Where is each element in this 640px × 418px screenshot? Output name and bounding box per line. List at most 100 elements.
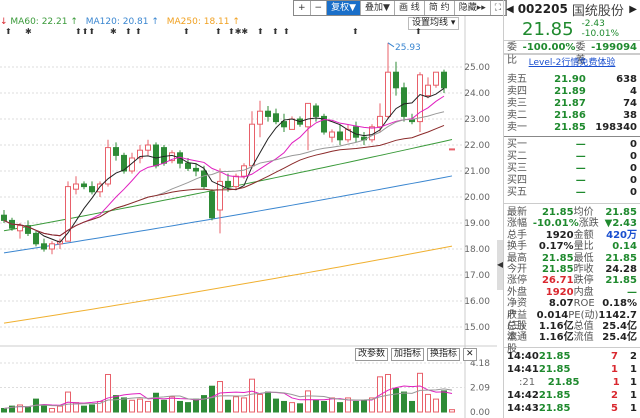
stat-row: 总股本 1.16亿 总值 25.4亿 (507, 320, 637, 344)
candle-body (145, 144, 151, 151)
candle-body (17, 225, 23, 232)
stat-row: 今开 21.85 昨收 24.28 (507, 263, 637, 275)
candle-body (289, 118, 295, 130)
indicator-button[interactable]: 换指标 (427, 348, 461, 361)
high-annotation: 25.93 (395, 43, 421, 53)
candle-body (257, 110, 263, 125)
volume-bar (17, 404, 23, 413)
volume-bar (353, 400, 359, 413)
tick-row: 14:42 21.85 2 1 (507, 389, 637, 401)
volume-bar (409, 400, 415, 413)
price-tick-label: 16.00 (464, 297, 490, 307)
last-price: 21.85 (522, 18, 574, 40)
volume-bar (297, 403, 303, 413)
asks-row: 卖四 21.89 4 (507, 86, 637, 97)
candle-body (449, 148, 455, 151)
candle-body (329, 131, 335, 138)
candle-body (209, 191, 215, 219)
order-ratio-row: 委比 -100.00% 委差 -199094 (504, 40, 640, 66)
volume-bar (385, 373, 391, 413)
candle-body (273, 113, 279, 123)
event-marker-icon[interactable]: ⬆ (135, 27, 142, 36)
volume-bar (273, 398, 279, 413)
bids-row: 买三 —0 (507, 163, 637, 174)
volume-bar (25, 406, 31, 413)
ma-legend-item: MA120: 20.81 ↑ (85, 17, 162, 27)
event-marker-icon[interactable]: ⬆ (352, 27, 359, 36)
volume-bar (137, 398, 143, 413)
volume-bar (105, 373, 111, 413)
event-marker-icon[interactable]: ✱ (25, 27, 32, 36)
volume-bar (289, 402, 295, 413)
event-marker-icon[interactable]: ⬆ (5, 27, 12, 36)
volume-bar (225, 399, 231, 413)
candle-body (113, 147, 119, 156)
event-marker-icon[interactable]: ⬆⬆⬆ (75, 27, 95, 36)
stock-code: 002205 (517, 2, 568, 16)
event-marker-icon[interactable]: ✱ (110, 27, 117, 36)
volume-bar (305, 390, 311, 413)
toolbar-button[interactable]: + (294, 1, 311, 15)
candle-body (417, 74, 423, 123)
prev-stock-icon[interactable]: ◀ (506, 4, 514, 15)
volume-bar (169, 396, 175, 413)
candle-body (385, 71, 391, 117)
stock-name: 国统股份 (571, 3, 624, 19)
stat-row: 流通股 1.16亿 流值 25.4亿 (507, 332, 637, 355)
stat-row: 最新 21.85 均价 21.85 (507, 207, 637, 218)
quote-panel: ◀ 002205 国统股份 ▶ 21.85 -2.43 -10.01% 委比 -1… (503, 0, 640, 418)
candle-body (193, 167, 199, 172)
price-tick-label: 17.00 (464, 271, 490, 281)
toolbar-button[interactable]: 复权▼ (327, 1, 362, 15)
stat-row: 净资产 8.07 ROE 0.18% (507, 298, 637, 321)
volume-bar (201, 395, 207, 413)
ma-legend-item: MA250: 18.11 ↑ (166, 17, 240, 27)
candle-body (313, 105, 319, 117)
volume-bar (129, 399, 135, 413)
stat-row: 外盘 1920 内盘 — (507, 286, 637, 298)
toolbar-button[interactable]: 画 线 (395, 1, 425, 15)
indicator-button[interactable]: ✕ (463, 348, 477, 361)
price-change-pct: -10.01% (581, 29, 620, 39)
event-marker-icon[interactable]: ⬆ (257, 27, 264, 36)
price-tick-label: 24.00 (464, 89, 490, 99)
toolbar-button[interactable]: 叠加▼ (361, 1, 395, 15)
stat-row: 涨幅 -10.01% 涨跌 ▼2.43 (507, 218, 637, 230)
volume-bar (89, 404, 95, 413)
event-marker-icon[interactable]: ⬆ (415, 27, 422, 36)
next-stock-icon[interactable]: ▶ (629, 4, 640, 15)
candle-body (305, 102, 311, 128)
volume-bar (81, 405, 87, 413)
stat-row: 涨停 26.71 跌停 21.85 (507, 275, 637, 287)
event-marker-icon[interactable]: ⬆ (215, 27, 222, 36)
event-marker-icon[interactable]: ⬆ (183, 27, 190, 36)
volume-bar (281, 400, 287, 413)
volume-bar (57, 405, 63, 413)
volume-bar (145, 400, 151, 413)
volume-bar (441, 390, 447, 413)
volume-bar (185, 402, 191, 413)
high-annotation-pointer (387, 42, 395, 48)
toolbar-button[interactable]: 隐藏▸▸ (455, 1, 491, 15)
level2-link[interactable]: Level-2行情免费体验 (504, 54, 640, 70)
candle-body (73, 183, 79, 190)
price-tick-label: 25.00 (464, 63, 490, 73)
candle-body (241, 165, 247, 177)
ma-legend-item: MA60: 22.21 ↑ (10, 17, 81, 27)
candle-body (89, 186, 95, 193)
event-marker-icon[interactable]: ⬆ (272, 27, 279, 36)
volume-bar (313, 399, 319, 413)
candle-body (41, 243, 47, 250)
toolbar-button[interactable]: 简 约 (425, 1, 455, 15)
event-marker-icon[interactable]: ⬆ (125, 27, 132, 36)
candle-body (425, 84, 431, 97)
volume-bar (1, 407, 7, 413)
indicator-button[interactable]: 加指标 (391, 348, 425, 361)
candle-body (1, 214, 7, 221)
indicator-button[interactable]: 改参数 (355, 348, 389, 361)
event-marker-icon[interactable]: ⬆ (283, 27, 290, 36)
bids-row: 买一 —0 (507, 139, 637, 150)
toolbar-button[interactable]: − (311, 1, 328, 15)
volume-bar (425, 393, 431, 413)
event-marker-icon[interactable]: ⬆✱✱ (228, 27, 248, 36)
